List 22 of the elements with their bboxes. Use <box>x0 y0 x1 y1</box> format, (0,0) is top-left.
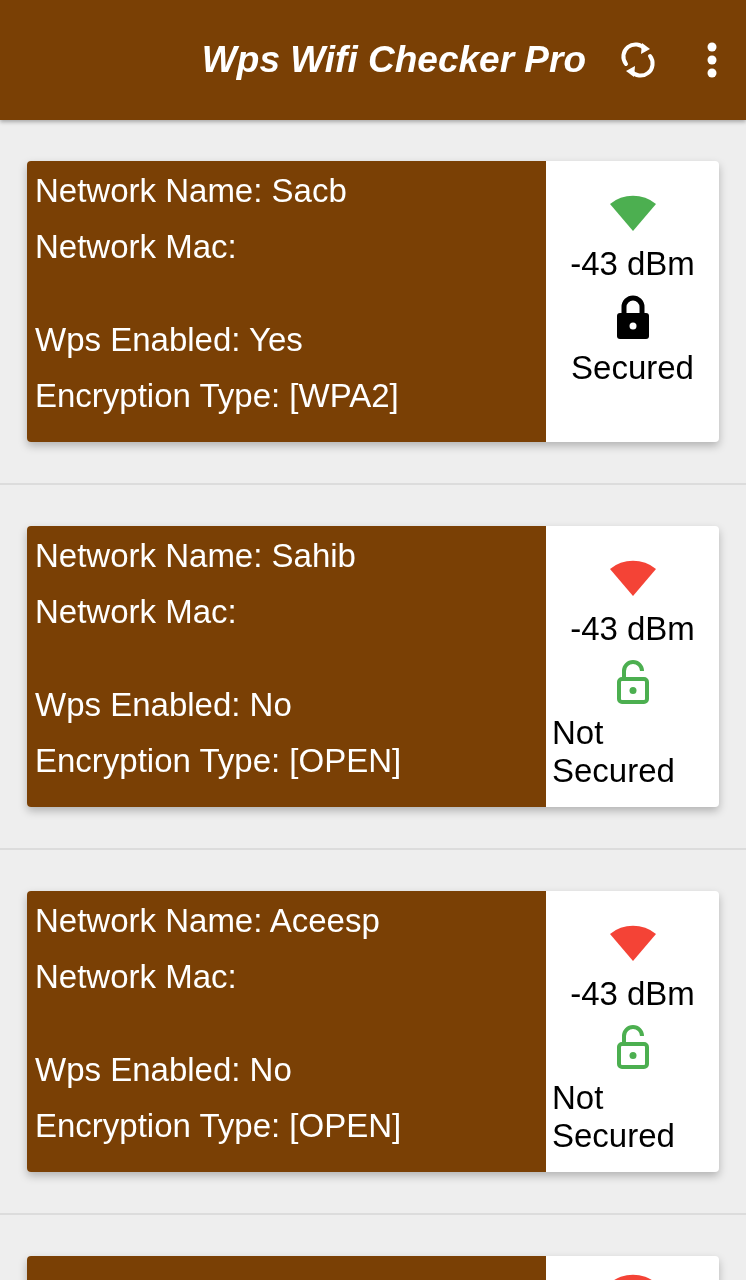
encryption-type: Encryption Type: [OPEN] <box>35 741 403 782</box>
network-mac: Network Mac: <box>35 226 238 267</box>
wps-status: Wps Enabled: No <box>35 685 293 726</box>
network-name: Network Name: Aceesp <box>35 901 381 941</box>
app-title: Wps Wifi Checker Pro <box>201 39 586 81</box>
network-card[interactable]: Network Name: Aceesp Network Mac: Wps Enabled: No Encryption Type: [OPEN] -43 dBm Not Secured <box>27 891 719 1172</box>
network-name: Network Name: Sacb <box>35 171 348 211</box>
signal-strength: -43 dBm <box>570 245 695 283</box>
signal-strength: -43 dBm <box>570 975 695 1013</box>
network-mac: Network Mac: <box>35 591 238 632</box>
security-status: Secured <box>570 349 695 387</box>
encryption-type: Encryption Type: [OPEN] <box>35 1106 403 1147</box>
network-card[interactable]: Network Name: Sacb Network Mac: Wps Enabled: Yes Encryption Type: [WPA2] -43 dBm Secured <box>27 161 719 442</box>
security-status: Not Secured <box>551 1079 676 1155</box>
wps-status: Wps Enabled: No <box>35 1050 293 1091</box>
network-card[interactable]: Network Name: Sahib Network Mac: Wps Enabled: No Encryption Type: [OPEN] -43 dBm Not Secured <box>27 526 719 807</box>
wps-status: Wps Enabled: Yes <box>35 320 304 361</box>
network-name: Network Name: Sahib <box>35 536 357 576</box>
network-mac: Network Mac: <box>35 956 238 997</box>
signal-strength: -43 dBm <box>570 610 695 648</box>
security-status: Not Secured <box>551 714 676 790</box>
encryption-type: Encryption Type: [WPA2] <box>35 376 400 417</box>
